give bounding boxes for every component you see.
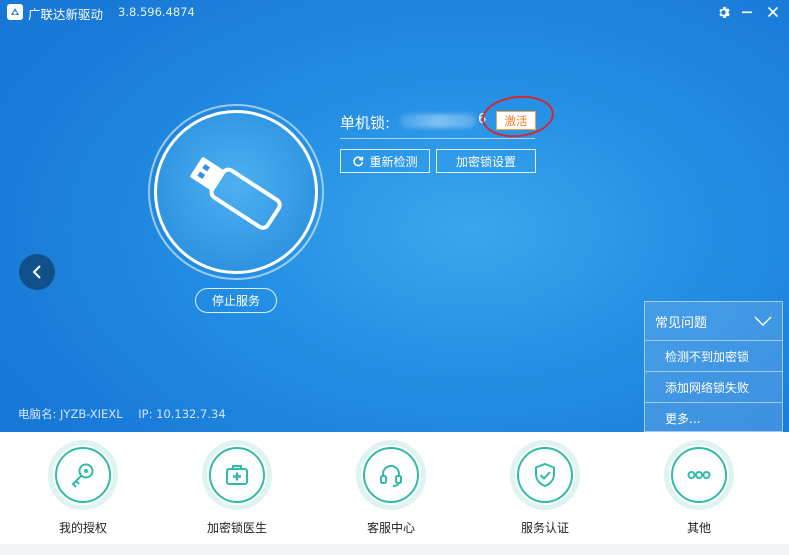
faq-item[interactable]: 检测不到加密锁 bbox=[645, 341, 782, 372]
redetect-button[interactable]: 重新检测 bbox=[340, 149, 430, 173]
faq-item[interactable]: 添加网络锁失败 bbox=[645, 372, 782, 403]
faq-item[interactable]: 更多... bbox=[645, 403, 782, 433]
feature-label: 我的授权 bbox=[58, 521, 107, 535]
lock-settings-button[interactable]: 加密锁设置 bbox=[436, 149, 536, 173]
feature-support-center[interactable]: 客服中心 bbox=[336, 440, 446, 536]
feature-lock-doctor[interactable]: 加密锁医生 bbox=[182, 440, 292, 536]
feature-label: 其他 bbox=[686, 521, 711, 535]
gear-icon[interactable] bbox=[712, 1, 734, 23]
chevron-left-icon bbox=[32, 265, 41, 279]
lock-id-value: 6 bbox=[400, 112, 486, 129]
feature-service-certification[interactable]: 服务认证 bbox=[490, 440, 600, 536]
faq-title: 常见问题 bbox=[655, 315, 708, 331]
feature-label: 加密锁医生 bbox=[206, 521, 267, 535]
back-button[interactable] bbox=[19, 254, 55, 290]
title-bar: 广联达新驱动 3.8.596.4874 bbox=[0, 0, 789, 26]
faq-header[interactable]: 常见问题 bbox=[645, 302, 782, 341]
minimize-icon[interactable] bbox=[736, 1, 758, 23]
lock-id-redaction bbox=[400, 114, 476, 128]
feature-other[interactable]: 其他 bbox=[644, 440, 754, 536]
faq-panel: 常见问题 检测不到加密锁 添加网络锁失败 更多... bbox=[644, 301, 783, 432]
lock-type-label: 单机锁: bbox=[340, 114, 391, 132]
ip-address: IP: 10.132.7.34 bbox=[138, 407, 226, 421]
close-icon[interactable] bbox=[762, 1, 784, 23]
more-icon bbox=[687, 471, 711, 479]
stop-service-button[interactable]: 停止服务 bbox=[195, 288, 277, 313]
redetect-label: 重新检测 bbox=[369, 154, 418, 169]
chevron-down-icon bbox=[754, 316, 772, 326]
key-icon bbox=[71, 463, 94, 488]
usb-key-icon bbox=[190, 157, 282, 230]
medical-kit-icon bbox=[226, 465, 248, 485]
main-panel: 广联达新驱动 3.8.596.4874 停止服务 单机锁: 6 激活 重新检测 … bbox=[0, 0, 789, 432]
computer-info: 电脑名: JYZB-XIEXL IP: 10.132.7.34 bbox=[18, 406, 238, 422]
headset-icon bbox=[380, 465, 402, 487]
bottom-strip bbox=[0, 544, 789, 555]
shield-check-icon bbox=[535, 462, 555, 488]
feature-my-license[interactable]: 我的授权 bbox=[28, 440, 138, 536]
app-title: 广联达新驱动 bbox=[28, 7, 104, 22]
divider bbox=[340, 138, 535, 139]
refresh-icon bbox=[353, 156, 364, 167]
feature-label: 服务认证 bbox=[520, 521, 569, 535]
app-version: 3.8.596.4874 bbox=[118, 5, 195, 19]
computer-name: 电脑名: JYZB-XIEXL bbox=[18, 407, 123, 421]
app-logo-icon bbox=[7, 4, 23, 20]
highlight-annotation bbox=[480, 92, 556, 141]
feature-label: 客服中心 bbox=[366, 521, 415, 535]
